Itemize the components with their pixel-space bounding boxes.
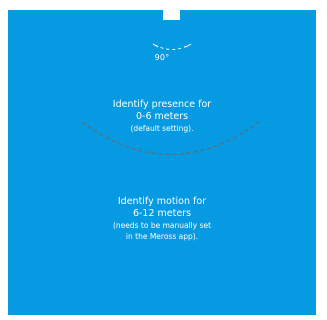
motion-zone-heading: Identify motion for bbox=[117, 196, 207, 207]
presence-zone-heading: Identify presence for bbox=[112, 99, 212, 110]
presence-zone-range: 0-6 meters bbox=[135, 111, 189, 122]
motion-zone-label: Identify motion for 6-12 meters (needs t… bbox=[72, 196, 252, 242]
presence-zone-label: Identify presence for 0-6 meters (defaul… bbox=[72, 99, 252, 134]
angle-arc-left-tick bbox=[152, 43, 159, 48]
detection-angle-label: 90° bbox=[154, 53, 170, 62]
motion-zone-note-line2: in the Meross app). bbox=[125, 232, 199, 241]
angle-arc bbox=[154, 44, 190, 50]
sensor-range-diagram: 90° Identify presence for 0-6 meters (de… bbox=[8, 10, 316, 315]
motion-zone-range: 6-12 meters bbox=[132, 208, 192, 219]
presence-zone-note: (default setting). bbox=[130, 124, 194, 133]
angle-arc-right-tick bbox=[185, 43, 192, 48]
motion-zone-note-line1: (needs to be manually set bbox=[112, 221, 212, 230]
